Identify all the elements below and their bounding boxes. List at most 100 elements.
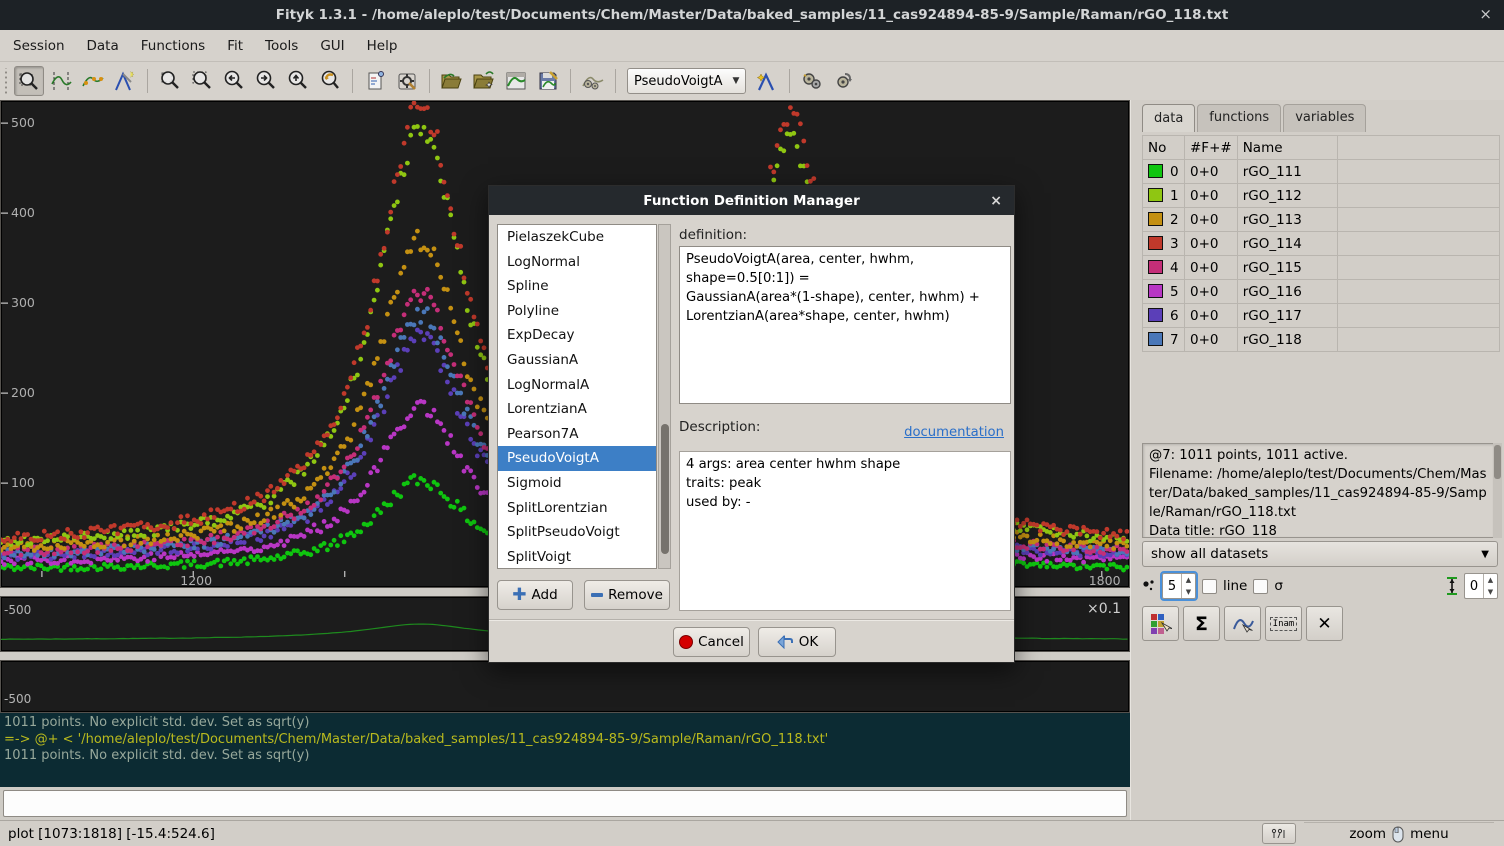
zoom-select-icon (18, 70, 40, 92)
menu-fit[interactable]: Fit (216, 32, 254, 60)
stepper-up-icon[interactable]: ▲ (1182, 574, 1195, 586)
table-row[interactable]: 5 0+0rGO_116 (1143, 280, 1500, 304)
data-range-icon (50, 70, 72, 92)
function-list-item[interactable]: SplitLorentzian (498, 496, 656, 521)
sigma-checkbox[interactable] (1253, 579, 1268, 594)
zoom-mode-button[interactable] (14, 66, 44, 96)
status-mouse-hint: zoom menu (1304, 822, 1494, 846)
zoom-up-button[interactable] (283, 66, 313, 96)
zoom-right-button[interactable] (251, 66, 281, 96)
zoom-in-button[interactable] (155, 66, 185, 96)
export-plot-button[interactable] (501, 66, 531, 96)
tab-data[interactable]: data (1142, 104, 1195, 132)
function-list-item[interactable]: Spline (498, 274, 656, 299)
stepper-up-icon[interactable]: ▲ (1484, 574, 1497, 586)
table-row[interactable]: 2 0+0rGO_113 (1143, 208, 1500, 232)
definition-label: definition: (679, 227, 747, 243)
tab-functions[interactable]: functions (1197, 104, 1281, 132)
add-button-label: Add (532, 587, 558, 603)
zoom-undo-button[interactable] (315, 66, 345, 96)
tab-variables[interactable]: variables (1283, 104, 1366, 132)
fit-run-button[interactable] (797, 66, 827, 96)
dataset-colors-button[interactable] (1142, 606, 1179, 641)
function-list-item[interactable]: ExpDecay (498, 323, 656, 348)
function-list[interactable]: PielaszekCubeLogNormalSplinePolylineExpD… (497, 224, 657, 569)
command-input[interactable] (3, 790, 1127, 817)
functions-tool-button[interactable] (1224, 606, 1261, 641)
function-list-item[interactable]: LorentzianA (498, 397, 656, 422)
menu-help[interactable]: Help (356, 32, 409, 60)
dialog-titlebar[interactable]: Function Definition Manager × (489, 186, 1014, 215)
info-scrollbar[interactable] (1493, 443, 1502, 538)
sum-button[interactable]: Σ (1183, 606, 1220, 641)
dialog-close-icon[interactable]: × (990, 193, 1002, 209)
table-row[interactable]: 1 0+0rGO_112 (1143, 184, 1500, 208)
aux-plot-2[interactable]: -500 (0, 660, 1130, 713)
function-list-item[interactable]: Sigmoid (498, 471, 656, 496)
function-list-item[interactable]: PseudoVoigtA (498, 446, 656, 471)
table-row[interactable]: 4 0+0rGO_115 (1143, 256, 1500, 280)
function-list-scrollbar[interactable] (658, 224, 671, 569)
session-settings-button[interactable] (392, 66, 422, 96)
function-list-item[interactable]: LogNormalA (498, 373, 656, 398)
fit-continue-button[interactable] (829, 66, 859, 96)
zoom-left-icon (223, 70, 245, 92)
menu-data[interactable]: Data (76, 32, 130, 60)
menu-gui[interactable]: GUI (309, 32, 355, 60)
definition-textarea[interactable]: PseudoVoigtA(area, center, hwhm, shape=0… (679, 246, 1011, 404)
point-size-stepper[interactable]: 5 ▲▼ (1162, 573, 1196, 599)
zoom-all-button[interactable] (187, 66, 217, 96)
function-list-item[interactable]: PielaszekCube (498, 225, 656, 250)
auto-add-peak-button[interactable] (578, 66, 608, 96)
table-row[interactable]: 7 0+0rGO_118 (1143, 328, 1500, 352)
function-list-item[interactable]: LogNormal (498, 250, 656, 275)
dataset-color-swatch (1148, 164, 1163, 178)
col-no[interactable]: No (1143, 136, 1185, 160)
documentation-link[interactable]: documentation (904, 425, 1004, 440)
zoom-left-button[interactable] (219, 66, 249, 96)
function-type-selector[interactable]: PseudoVoigtA ▼ (627, 68, 746, 94)
y-shift-stepper[interactable]: 0 ▲▼ (1464, 573, 1498, 599)
stepper-down-icon[interactable]: ▼ (1182, 586, 1195, 598)
y-fit-icon (1446, 575, 1458, 597)
menu-tools[interactable]: Tools (254, 32, 309, 60)
data-range-mode-button[interactable] (46, 66, 76, 96)
line-checkbox[interactable] (1202, 579, 1217, 594)
add-function-button[interactable]: ✚ Add (497, 580, 573, 610)
baseline-mode-button[interactable] (78, 66, 108, 96)
stepper-down-icon[interactable]: ▼ (1484, 586, 1497, 598)
dataset-filter-select[interactable]: show all datasets ▼ (1142, 541, 1498, 567)
rename-button[interactable]: Inam (1265, 606, 1302, 641)
load-data-button[interactable] (437, 66, 467, 96)
add-peak-button[interactable] (752, 66, 782, 96)
status-config-button[interactable] (1262, 823, 1296, 844)
vertical-splitter[interactable] (1130, 100, 1140, 820)
function-list-item[interactable]: Polyline (498, 299, 656, 324)
dataset-info[interactable]: @7: 1011 points, 1011 active.Filename: /… (1142, 443, 1494, 538)
save-session-button[interactable] (533, 66, 563, 96)
script-button[interactable] (360, 66, 390, 96)
function-list-item[interactable]: GaussianA (498, 348, 656, 373)
col-name[interactable]: Name (1237, 136, 1337, 160)
remove-button-label: Remove (608, 587, 663, 603)
function-list-item[interactable]: Pearson7A (498, 422, 656, 447)
output-console[interactable]: 1011 points. No explicit std. dev. Set a… (0, 713, 1130, 787)
table-row[interactable]: 6 0+0rGO_117 (1143, 304, 1500, 328)
plot-controls-row: 5 ▲▼ line σ 0 ▲▼ (1142, 570, 1498, 602)
window-close-icon[interactable]: × (1479, 5, 1492, 23)
delete-dataset-button[interactable]: ✕ (1306, 606, 1343, 641)
function-list-item[interactable]: SplitPseudoVoigt (498, 520, 656, 545)
table-row[interactable]: 3 0+0rGO_114 (1143, 232, 1500, 256)
col-extra (1337, 136, 1499, 160)
function-list-item[interactable]: SplitVoigt (498, 545, 656, 569)
table-row[interactable]: 0 0+0rGO_111 (1143, 160, 1500, 184)
menu-functions[interactable]: Functions (130, 32, 216, 60)
col-fcount[interactable]: #F+# (1185, 136, 1238, 160)
ok-button[interactable]: OK (758, 627, 836, 657)
load-data-custom-button[interactable] (469, 66, 499, 96)
peak-draw-mode-button[interactable] (110, 66, 140, 96)
remove-function-button[interactable]: Remove (584, 580, 670, 610)
menu-session[interactable]: Session (2, 32, 76, 60)
svg-text:1800: 1800 (1089, 573, 1121, 587)
cancel-button[interactable]: Cancel (673, 627, 750, 657)
